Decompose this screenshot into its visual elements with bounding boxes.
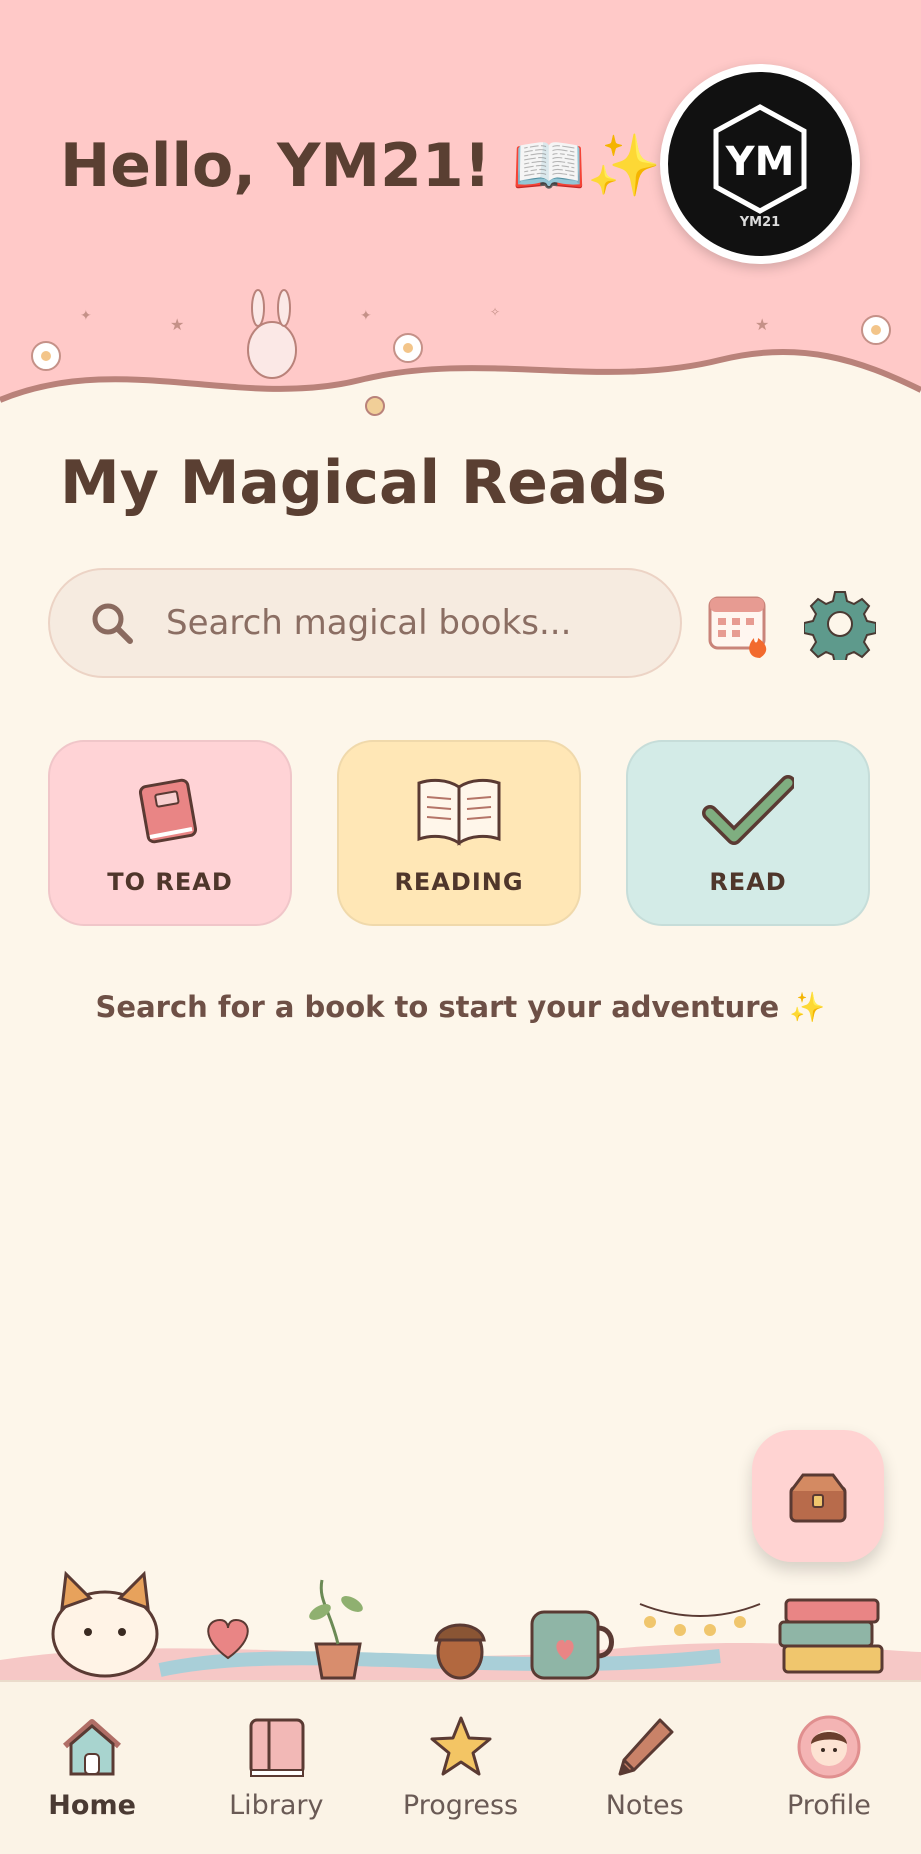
bunny-icon [247,289,297,379]
acorn-icon [434,1623,486,1680]
nav-label: Home [48,1790,136,1821]
category-label: TO READ [107,868,233,896]
svg-text:★: ★ [170,315,184,334]
nav-label: Profile [786,1790,871,1821]
category-read[interactable]: READ [626,740,870,926]
checkmark-icon [702,775,794,845]
nav-library[interactable]: Library [184,1682,368,1854]
star-icon [430,1716,491,1776]
nav-profile[interactable]: Profile [737,1682,921,1854]
svg-text:✦: ✦ [80,308,92,324]
nav-home[interactable]: Home [0,1682,184,1854]
book-icon [138,778,198,844]
open-book-icon [417,778,501,846]
settings-button[interactable] [800,584,880,664]
books-icon [249,1718,305,1777]
pencil-icon [618,1718,674,1776]
calendar-streak-button[interactable] [700,584,780,664]
svg-text:★: ★ [755,315,769,334]
search-icon [92,603,133,644]
nav-label: Notes [605,1790,684,1821]
profile-avatar-icon [797,1715,861,1779]
svg-text:YM: YM [725,139,795,185]
category-to-read[interactable]: TO READ [48,740,292,926]
cozy-decor-strip [0,1570,921,1680]
svg-text:✦: ✦ [360,308,372,324]
category-label: READING [394,868,524,896]
category-reading[interactable]: READING [337,740,581,926]
greeting: Hello, YM21! 📖✨ [60,131,662,201]
nav-progress[interactable]: Progress [368,1682,552,1854]
book-stack-icon [778,1598,884,1674]
toolbox-fab-button[interactable] [752,1430,884,1562]
nav-label: Progress [402,1790,519,1821]
empty-state-hint: Search for a book to start your adventur… [95,990,826,1024]
studio-logo-avatar[interactable]: YM YM21 [660,64,860,264]
cat-icon [51,1570,159,1678]
house-icon [63,1719,122,1776]
vine-decoration: ★ ✦ ✦ ★ ✧ [0,289,921,440]
category-label: READ [709,868,787,896]
nav-notes[interactable]: Notes [553,1682,737,1854]
page-title: My Magical Reads [60,448,667,518]
nav-label: Library [229,1790,324,1821]
header: Hello, YM21! 📖✨ YM YM21 ★ ✦ ✦ ★ ✧ [0,0,921,440]
gear-icon [804,591,876,660]
ym-logo-icon: YM [713,103,807,214]
bottom-navigation: Home Library Progress Notes Profile [0,1680,921,1854]
svg-text:✧: ✧ [490,305,500,319]
treasure-chest-icon [789,1473,847,1523]
calendar-fire-icon [708,596,767,658]
search-bar[interactable]: Search magical books... [48,568,682,678]
logo-subtext: YM21 [739,214,781,230]
search-input[interactable]: Search magical books... [166,603,571,643]
